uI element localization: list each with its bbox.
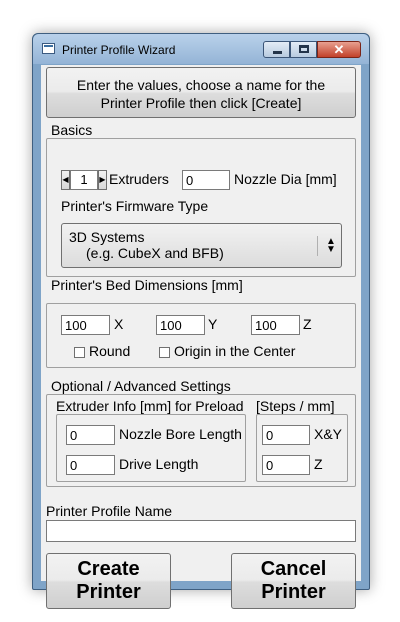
cancel-printer-line-1: Cancel <box>260 558 327 580</box>
minimize-icon <box>273 51 282 54</box>
spinner-decrement-icon[interactable]: ◀ <box>61 170 70 190</box>
origin-center-checkbox[interactable] <box>159 347 170 358</box>
printer-profile-wizard-window: Printer Profile Wizard ✕ Enter the value… <box>32 33 370 609</box>
minimize-button[interactable] <box>263 41 290 58</box>
profile-name-label: Printer Profile Name <box>46 503 173 519</box>
create-printer-line-2: Printer <box>76 581 141 603</box>
instructions-button[interactable]: Enter the values, choose a name for the … <box>46 67 356 118</box>
maximize-icon <box>299 45 309 53</box>
select-separator <box>317 236 318 256</box>
create-printer-line-1: Create <box>77 558 140 580</box>
bed-dimensions-legend: Printer's Bed Dimensions [mm] <box>51 277 243 293</box>
advanced-settings-legend: Optional / Advanced Settings <box>51 378 231 394</box>
steps-xy-field[interactable] <box>262 425 310 445</box>
window-title: Printer Profile Wizard <box>62 43 176 57</box>
select-updown-icon: ▲ ▼ <box>326 236 336 255</box>
nozzle-bore-length-field[interactable] <box>66 425 115 445</box>
bed-y-label: Y <box>208 316 218 332</box>
firmware-selected-line-2: (e.g. CubeX and BFB) <box>86 245 224 261</box>
round-label: Round <box>89 343 131 359</box>
origin-center-label: Origin in the Center <box>174 343 296 359</box>
drive-length-label: Drive Length <box>119 456 199 472</box>
maximize-button[interactable] <box>290 41 317 58</box>
round-checkbox[interactable] <box>74 347 85 358</box>
close-icon: ✕ <box>333 42 345 57</box>
instructions-line-2: Printer Profile then click [Create] <box>100 95 302 111</box>
steps-xy-label: X&Y <box>314 426 343 442</box>
drive-length-field[interactable] <box>66 455 115 475</box>
close-button[interactable]: ✕ <box>317 41 361 58</box>
app-window-icon <box>42 43 55 54</box>
extruders-spinner[interactable]: ◀ 1 ▶ <box>61 170 108 190</box>
firmware-selected-line-1: 3D Systems <box>69 229 145 245</box>
cancel-printer-line-2: Printer <box>261 581 326 603</box>
nozzle-dia-field[interactable] <box>182 170 230 190</box>
bed-x-label: X <box>114 316 124 332</box>
profile-name-field[interactable] <box>46 520 356 542</box>
nozzle-bore-length-label: Nozzle Bore Length <box>119 426 242 442</box>
nozzle-dia-label: Nozzle Dia [mm] <box>234 171 337 187</box>
basics-legend: Basics <box>51 122 93 138</box>
extruders-value[interactable]: 1 <box>70 170 98 190</box>
steps-z-label: Z <box>314 456 323 472</box>
create-printer-button[interactable]: Create Printer <box>46 553 171 609</box>
extruder-info-legend: Extruder Info [mm] for Preload <box>56 398 244 414</box>
bed-x-field[interactable] <box>61 315 110 335</box>
instructions-line-1: Enter the values, choose a name for the <box>76 77 326 93</box>
bed-z-field[interactable] <box>251 315 300 335</box>
firmware-type-select[interactable]: 3D Systems (e.g. CubeX and BFB) ▲ ▼ <box>61 223 342 268</box>
extruders-label: Extruders <box>109 171 169 187</box>
bed-z-label: Z <box>303 316 312 332</box>
steps-z-field[interactable] <box>262 455 310 475</box>
title-bar[interactable]: Printer Profile Wizard ✕ <box>33 34 369 64</box>
wizard-client-area: Enter the values, choose a name for the … <box>41 65 361 609</box>
firmware-type-label: Printer's Firmware Type <box>61 198 209 214</box>
steps-per-mm-legend: [Steps / mm] <box>256 398 335 414</box>
spinner-increment-icon[interactable]: ▶ <box>98 170 107 190</box>
bed-y-field[interactable] <box>156 315 205 335</box>
cancel-printer-button[interactable]: Cancel Printer <box>231 553 356 609</box>
